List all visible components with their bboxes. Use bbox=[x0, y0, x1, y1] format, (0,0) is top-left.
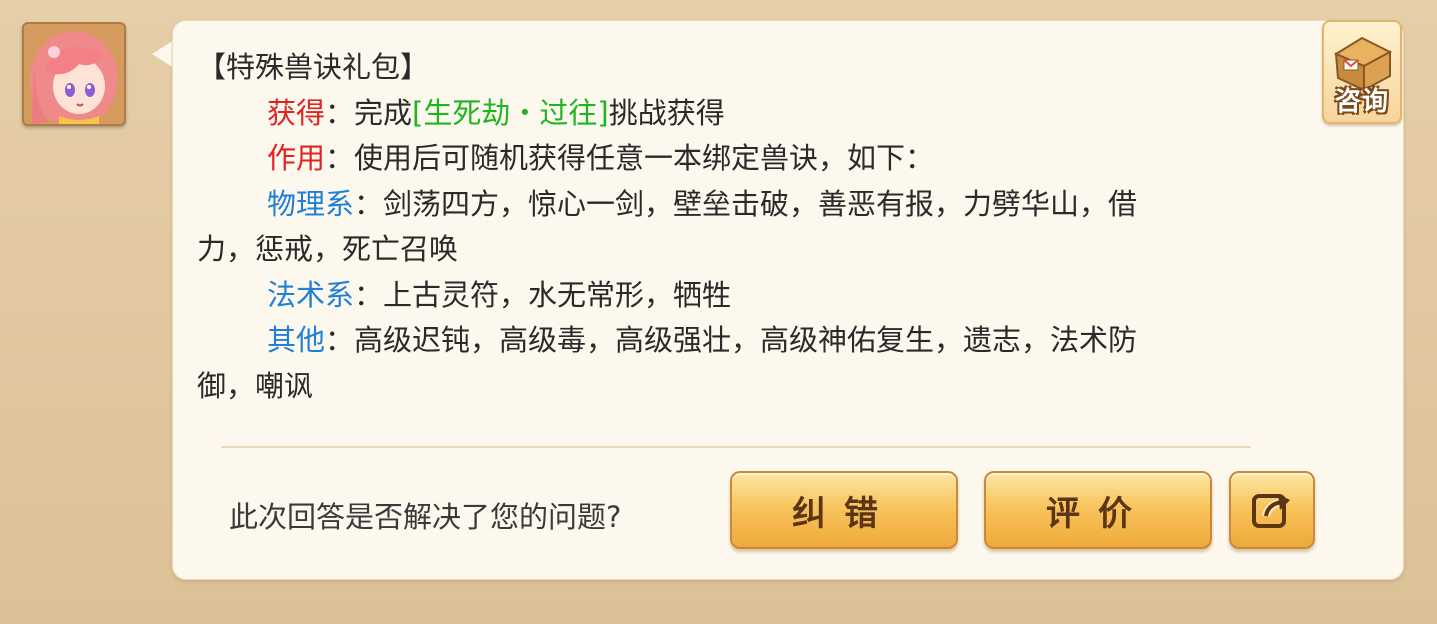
obtain-sep: ： bbox=[325, 95, 355, 130]
correct-error-button[interactable]: 纠错 bbox=[730, 471, 958, 549]
magic-label: 法术系 bbox=[267, 277, 355, 312]
other-line: 其他：高级迟钝，高级毒，高级强壮，高级神佑复生，遗志，法术防 bbox=[197, 318, 1297, 364]
effect-label: 作用 bbox=[267, 141, 326, 175]
magic-line: 法术系：上古灵符，水无常形，牺牲 bbox=[197, 273, 1297, 319]
consult-button[interactable]: 咨询 bbox=[1322, 20, 1402, 124]
physical-line: 物理系：剑荡四方，惊心一剑，壁垒击破，善恶有报，力劈华山，借 bbox=[197, 182, 1297, 228]
share-icon bbox=[1252, 494, 1290, 528]
other-label: 其他 bbox=[267, 323, 326, 357]
message-bubble: 【特殊兽诀礼包】 获得：完成[生死劫・过往]挑战获得 作用：使用后可随机获得任意… bbox=[172, 20, 1404, 580]
obtain-link[interactable]: [生死劫・过往] bbox=[412, 96, 609, 130]
feedback-question: 此次回答是否解决了您的问题? bbox=[229, 500, 622, 534]
physical-line-cont: 力，惩戒，死亡召唤 bbox=[197, 232, 459, 266]
rate-label: 评价 bbox=[1046, 493, 1150, 534]
consult-label: 咨询 bbox=[1334, 87, 1389, 117]
bubble-tail bbox=[152, 40, 174, 68]
correct-error-label: 纠错 bbox=[792, 493, 896, 534]
obtain-suffix: 挑战获得 bbox=[608, 95, 725, 130]
effect-text: 使用后可随机获得任意一本绑定兽诀，如下： bbox=[354, 141, 935, 175]
obtain-prefix: 完成 bbox=[354, 95, 413, 130]
physical-sep: ： bbox=[354, 186, 384, 221]
message-content: 【特殊兽诀礼包】 获得：完成[生死劫・过往]挑战获得 作用：使用后可随机获得任意… bbox=[197, 45, 1297, 409]
physical-label: 物理系 bbox=[267, 186, 355, 221]
magic-text: 上古灵符，水无常形，牺牲 bbox=[383, 277, 732, 312]
magic-sep: ： bbox=[354, 277, 384, 312]
message-title: 【特殊兽诀礼包】 bbox=[197, 50, 430, 84]
share-button[interactable] bbox=[1229, 471, 1315, 549]
chat-screen: 【特殊兽诀礼包】 获得：完成[生死劫・过往]挑战获得 作用：使用后可随机获得任意… bbox=[0, 0, 1437, 624]
rate-button[interactable]: 评价 bbox=[984, 471, 1212, 549]
assistant-avatar bbox=[22, 22, 126, 126]
other-text-1: 高级迟钝，高级毒，高级强壮，高级神佑复生，遗志，法术防 bbox=[354, 323, 1138, 357]
other-sep: ： bbox=[325, 323, 355, 357]
divider bbox=[221, 446, 1251, 448]
physical-text-1: 剑荡四方，惊心一剑，壁垒击破，善恶有报，力劈华山，借 bbox=[383, 186, 1138, 221]
obtain-label: 获得 bbox=[267, 95, 326, 130]
obtain-line: 获得：完成[生死劫・过往]挑战获得 bbox=[197, 91, 1297, 137]
effect-line: 作用：使用后可随机获得任意一本绑定兽诀，如下： bbox=[197, 136, 1297, 182]
effect-sep: ： bbox=[325, 141, 355, 175]
avatar-girl-icon bbox=[24, 24, 124, 124]
other-line-cont: 御，嘲讽 bbox=[197, 368, 314, 403]
